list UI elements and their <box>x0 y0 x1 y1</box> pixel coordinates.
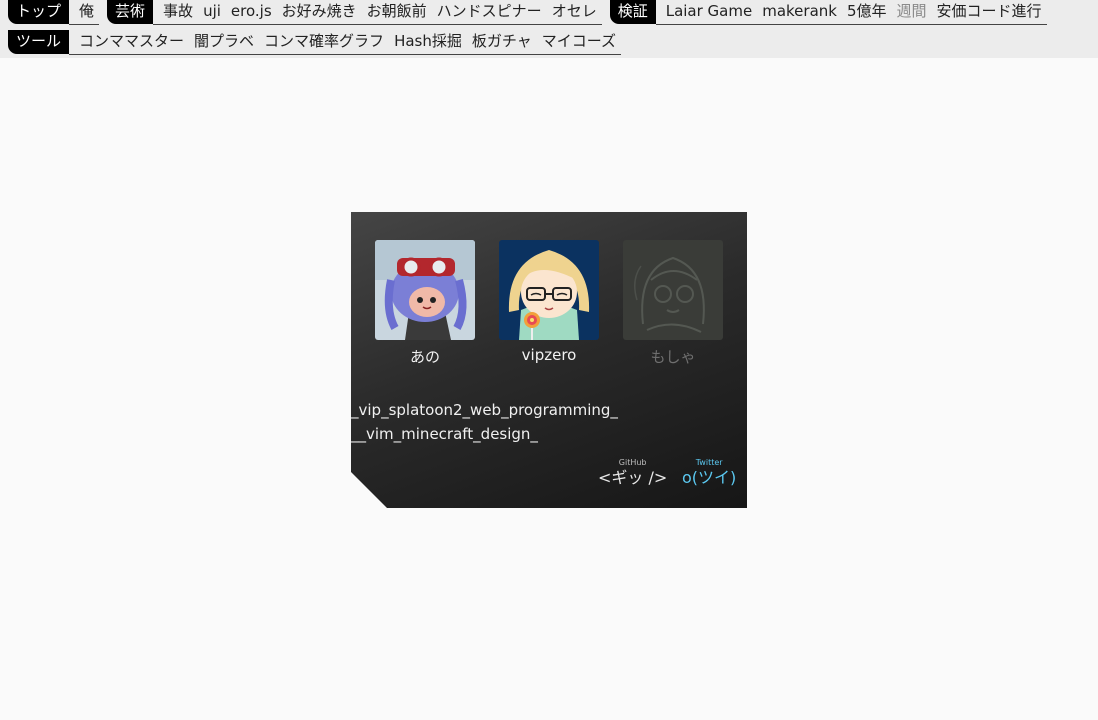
github-link[interactable]: GitHub <ギッ /> <box>598 458 667 488</box>
anime-girl-avatar-icon <box>499 240 599 340</box>
twitter-label: o(ツイ) <box>682 468 737 487</box>
nav-link[interactable]: 板ガチャ <box>466 30 537 55</box>
nav-group-label[interactable]: ツール <box>8 30 70 54</box>
tags-block: _vip_splatoon2_web_programming_ __vim_mi… <box>351 398 618 446</box>
nav-group-label[interactable]: トップ <box>8 0 70 24</box>
members-card: あの vipzero もしゃ _vip_splatoon2_web_progra… <box>351 212 747 508</box>
nav-link[interactable]: 5億年 <box>841 0 892 25</box>
nav-link[interactable]: Laiar Game <box>655 0 758 25</box>
nav-link[interactable]: 闇プラベ <box>189 30 260 55</box>
top-navigation: トップ 俺 芸術 事故 uji ero.js お好み焼き お朝飯前 ハンドスピナ… <box>0 0 1098 58</box>
folded-corner <box>351 472 387 508</box>
nav-row-1: トップ 俺 芸術 事故 uji ero.js お好み焼き お朝飯前 ハンドスピナ… <box>8 0 1055 26</box>
nav-group-top: トップ 俺 <box>8 0 100 25</box>
nav-link[interactable]: お朝飯前 <box>361 0 432 25</box>
tag-line: __vim_minecraft_design_ <box>351 425 538 443</box>
nav-link[interactable]: オセレ <box>546 0 602 25</box>
tag-line: _vip_splatoon2_web_programming_ <box>351 401 618 419</box>
nav-link[interactable]: コンママスター <box>69 30 190 55</box>
nav-group-tools: ツール コンママスター 闇プラベ コンマ確率グラフ Hash採掘 板ガチャ マイ… <box>8 30 621 55</box>
nav-link[interactable]: 安価コード進行 <box>931 0 1047 25</box>
nav-link[interactable]: マイコーズ <box>536 30 621 55</box>
member-name: もしゃ <box>650 348 696 366</box>
nav-link[interactable]: Hash採掘 <box>389 30 467 55</box>
nav-link[interactable]: ero.js <box>225 0 277 25</box>
nav-group-art: 芸術 事故 uji ero.js お好み焼き お朝飯前 ハンドスピナー オセレ <box>107 0 602 25</box>
member-vipzero[interactable]: vipzero <box>499 240 599 364</box>
nav-group-label[interactable]: 検証 <box>609 0 656 24</box>
squid-avatar-icon <box>375 240 475 340</box>
nav-group-label[interactable]: 芸術 <box>107 0 154 24</box>
github-caption: GitHub <box>618 458 647 467</box>
nav-group-verify: 検証 Laiar Game makerank 5億年 週間 安価コード進行 <box>609 0 1047 25</box>
nav-link[interactable]: コンマ確率グラフ <box>259 30 390 55</box>
twitter-caption: Twitter <box>695 458 723 467</box>
github-label: <ギッ /> <box>598 468 668 487</box>
nav-link[interactable]: 俺 <box>69 0 100 25</box>
nav-link[interactable]: お好み焼き <box>276 0 362 25</box>
twitter-link[interactable]: Twitter o(ツイ) <box>682 458 736 488</box>
nav-link[interactable]: ハンドスピナー <box>431 0 547 25</box>
nav-row-2: ツール コンママスター 闇プラベ コンマ確率グラフ Hash採掘 板ガチャ マイ… <box>8 30 629 56</box>
nav-link[interactable]: 週間 <box>891 0 932 25</box>
sketch-avatar-icon <box>623 240 723 340</box>
member-name: あの <box>409 348 440 366</box>
member-name: vipzero <box>521 346 577 364</box>
member-mosha[interactable]: もしゃ <box>623 240 723 367</box>
corner-edge <box>349 472 351 508</box>
nav-link[interactable]: uji <box>198 0 226 25</box>
member-ano[interactable]: あの <box>375 240 475 367</box>
nav-link[interactable]: 事故 <box>153 0 199 25</box>
nav-link[interactable]: makerank <box>757 0 842 25</box>
